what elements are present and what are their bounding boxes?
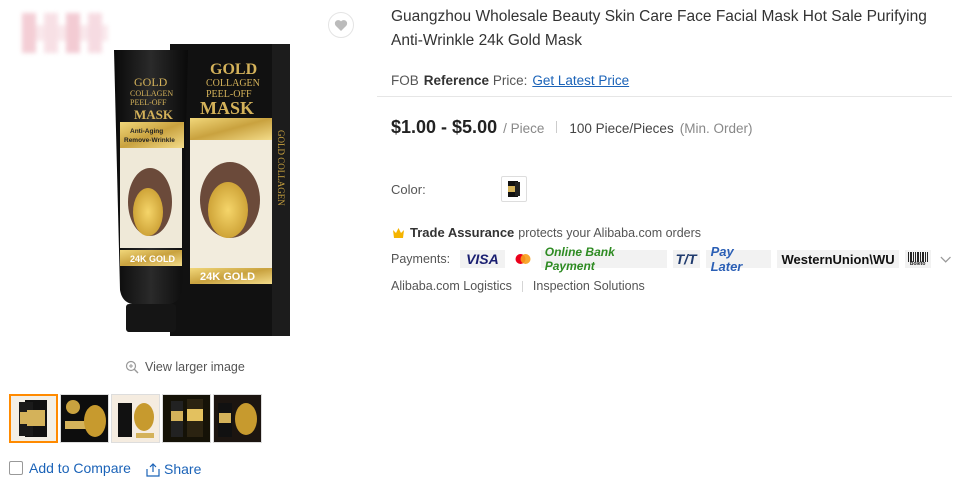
separator bbox=[521, 280, 523, 292]
service-inspection[interactable]: Inspection Solutions bbox=[533, 279, 645, 293]
heart-icon bbox=[334, 19, 348, 31]
pay-later-icon: Pay Later bbox=[705, 244, 772, 274]
svg-text:MASK: MASK bbox=[134, 107, 174, 122]
favorite-button[interactable] bbox=[328, 12, 354, 38]
thumbnail[interactable] bbox=[60, 394, 109, 443]
share-icon bbox=[146, 462, 160, 477]
online-bank-payment-icon: Online Bank Payment bbox=[540, 245, 667, 273]
share-label: Share bbox=[164, 461, 202, 477]
visa-icon: VISA bbox=[460, 250, 505, 268]
thumbnail-strip bbox=[9, 394, 262, 443]
get-latest-price-link[interactable]: Get Latest Price bbox=[532, 73, 629, 88]
fob-reference: Reference bbox=[423, 73, 490, 88]
product-gallery: GOLD COLLAGEN PEEL-OFF MASK 24K GOLD GOL… bbox=[0, 0, 360, 487]
thumbnail[interactable] bbox=[9, 394, 58, 443]
svg-text:COLLAGEN: COLLAGEN bbox=[130, 89, 173, 98]
payments-row: Payments: VISA Online Bank Payment T/T P… bbox=[391, 244, 952, 274]
svg-text:GOLD: GOLD bbox=[210, 61, 257, 78]
trade-assurance: Trade Assurance protects your Alibaba.co… bbox=[391, 225, 701, 240]
compare-checkbox[interactable] bbox=[9, 461, 23, 475]
product-title: Guangzhou Wholesale Beauty Skin Care Fac… bbox=[391, 8, 927, 49]
services-row: Alibaba.com Logistics Inspection Solutio… bbox=[391, 279, 645, 293]
trade-assurance-label[interactable]: Trade Assurance bbox=[410, 225, 514, 240]
fob-price-row: FOB Reference Price: Get Latest Price bbox=[391, 73, 629, 88]
share-button[interactable]: Share bbox=[145, 461, 201, 477]
svg-text:GOLD COLLAGEN: GOLD COLLAGEN bbox=[276, 130, 286, 206]
min-order-suffix: (Min. Order) bbox=[679, 121, 753, 136]
min-order-qty: 100 Piece/Pieces bbox=[569, 121, 674, 136]
service-logistics[interactable]: Alibaba.com Logistics bbox=[391, 279, 512, 293]
boleto-icon: Boleto bbox=[904, 250, 931, 268]
svg-text:24K GOLD: 24K GOLD bbox=[200, 271, 255, 283]
thumbnail[interactable] bbox=[213, 394, 262, 443]
price-row: $1.00 - $5.00 / Piece 100 Piece/Pieces (… bbox=[391, 117, 752, 138]
zoom-icon bbox=[125, 360, 139, 374]
color-selector: Color: bbox=[391, 176, 527, 202]
color-label: Color: bbox=[391, 181, 426, 197]
mastercard-icon bbox=[511, 250, 535, 268]
divider bbox=[377, 96, 952, 97]
western-union-icon: WesternUnion\WU bbox=[777, 250, 899, 268]
fob-suffix: Price: bbox=[492, 73, 528, 88]
svg-text:COLLAGEN: COLLAGEN bbox=[206, 78, 260, 89]
main-product-image[interactable]: GOLD COLLAGEN PEEL-OFF MASK 24K GOLD GOL… bbox=[100, 40, 300, 352]
compare-label: Add to Compare bbox=[29, 460, 131, 476]
chevron-down-icon[interactable] bbox=[939, 254, 952, 264]
trade-assurance-text: protects your Alibaba.com orders bbox=[518, 225, 702, 240]
thumbnail[interactable] bbox=[111, 394, 160, 443]
price-unit: / Piece bbox=[503, 121, 545, 136]
svg-text:Anti-Aging: Anti-Aging bbox=[130, 128, 163, 135]
supplier-logo-blurred bbox=[22, 13, 108, 53]
tt-icon: T/T bbox=[672, 250, 700, 268]
svg-text:PEEL-OFF: PEEL-OFF bbox=[130, 98, 167, 107]
thumbnail[interactable] bbox=[162, 394, 211, 443]
view-larger-label: View larger image bbox=[145, 360, 245, 374]
boleto-label: Boleto bbox=[909, 260, 926, 267]
svg-text:24K GOLD: 24K GOLD bbox=[130, 254, 176, 264]
color-swatch[interactable] bbox=[501, 176, 527, 202]
payments-label: Payments: bbox=[391, 252, 451, 266]
price-range: $1.00 - $5.00 bbox=[391, 117, 498, 137]
separator bbox=[556, 121, 558, 133]
view-larger-image-link[interactable]: View larger image bbox=[125, 360, 245, 374]
svg-text:Remove-Wrinkle: Remove-Wrinkle bbox=[124, 137, 175, 144]
fob-prefix: FOB bbox=[391, 73, 419, 88]
svg-text:MASK: MASK bbox=[200, 98, 254, 118]
svg-text:GOLD: GOLD bbox=[134, 75, 168, 89]
trade-assurance-crown-icon bbox=[393, 228, 404, 238]
add-to-compare[interactable]: Add to Compare bbox=[9, 460, 131, 476]
